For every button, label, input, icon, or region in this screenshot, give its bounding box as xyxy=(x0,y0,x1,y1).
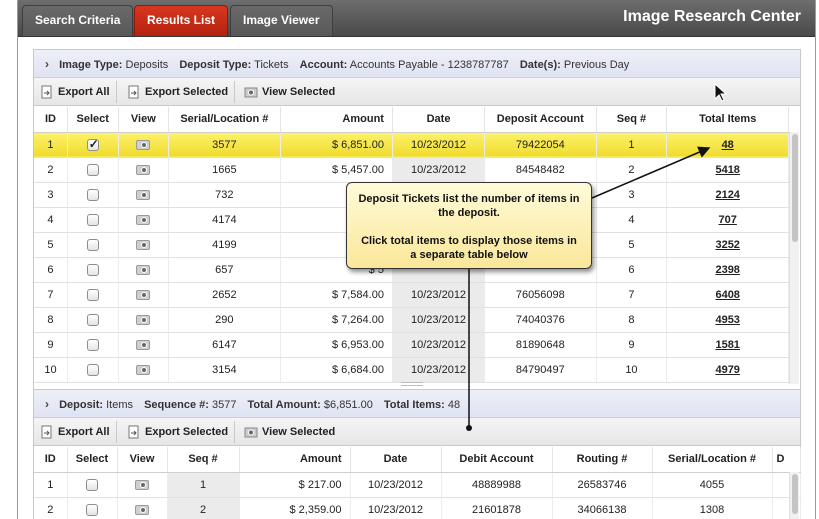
callout-arrows xyxy=(466,82,728,431)
arrow-to-total-items xyxy=(591,146,711,199)
arrow-endpoint-dot xyxy=(466,425,472,431)
mouse-pointer-icon xyxy=(714,82,728,102)
